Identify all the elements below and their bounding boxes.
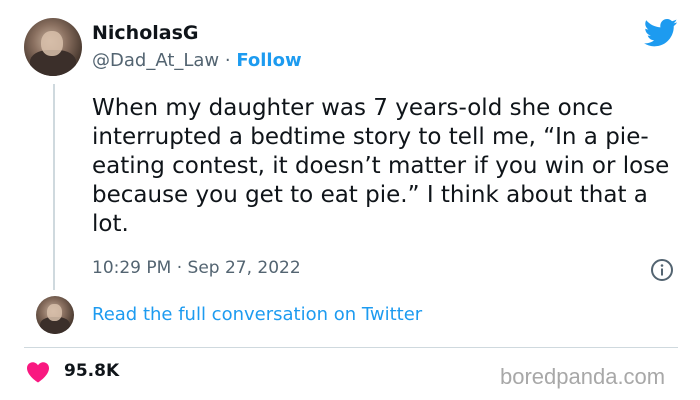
separator: · — [219, 50, 237, 71]
heart-icon[interactable] — [26, 361, 50, 383]
follow-button[interactable]: Follow — [236, 50, 301, 71]
twitter-bird-icon[interactable] — [644, 18, 678, 48]
author-name[interactable]: NicholasG — [92, 22, 199, 44]
handle-row: @Dad_At_Law · Follow — [92, 50, 302, 71]
info-icon[interactable] — [650, 258, 674, 282]
author-avatar[interactable] — [24, 18, 82, 76]
read-conversation-link[interactable]: Read the full conversation on Twitter — [92, 304, 422, 325]
boredpanda-watermark: boredpanda.com — [500, 364, 666, 389]
tweet-text: When my daughter was 7 years-old she onc… — [92, 95, 670, 237]
author-handle[interactable]: @Dad_At_Law — [92, 50, 219, 71]
tweet-timestamp[interactable]: 10:29 PM · Sep 27, 2022 — [92, 258, 301, 278]
conversation-avatar[interactable] — [36, 296, 74, 334]
thread-line — [53, 84, 55, 290]
like-count: 95.8K — [64, 361, 120, 381]
divider — [24, 347, 678, 348]
